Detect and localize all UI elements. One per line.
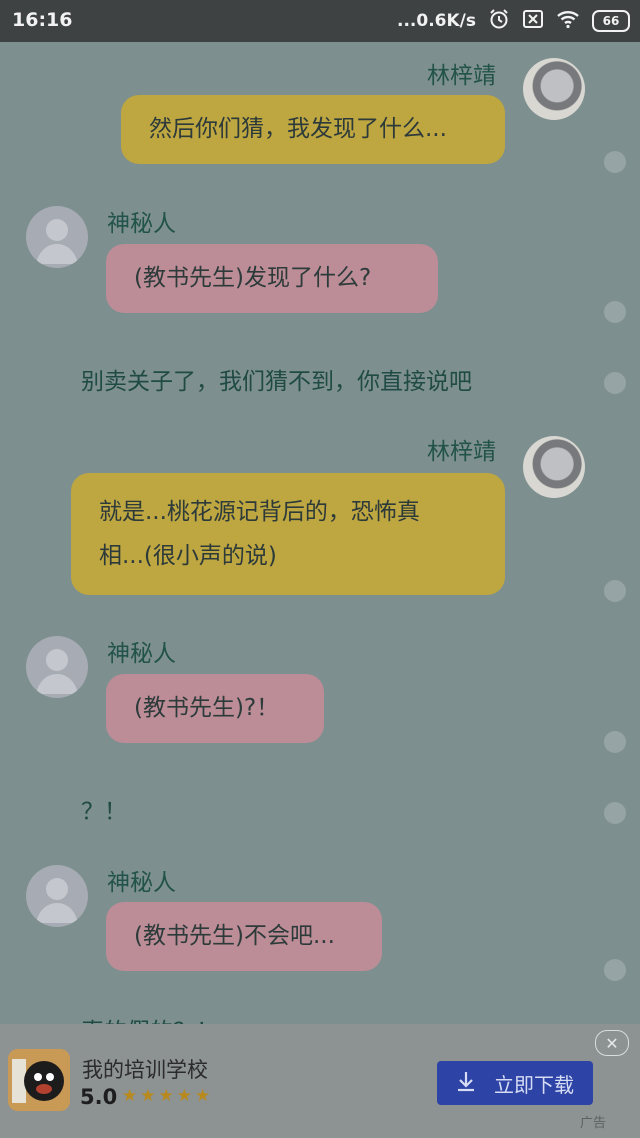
message-text: 然后你们猜，我发现了什么... <box>149 116 447 142</box>
download-button[interactable]: 立即下载 <box>437 1061 593 1105</box>
message-dot[interactable] <box>604 151 626 173</box>
message-bubble[interactable]: (教书先生)发现了什么? <box>106 244 438 313</box>
message-dot[interactable] <box>604 372 626 394</box>
app-icon[interactable] <box>8 1049 70 1111</box>
network-speed: ...0.6K/s <box>397 11 476 31</box>
sender-name: 林梓靖 <box>427 63 496 89</box>
app-rating: 5.0 <box>80 1085 118 1109</box>
avatar-linzijing[interactable] <box>523 58 585 120</box>
message-dot[interactable] <box>604 301 626 323</box>
message-dot[interactable] <box>604 959 626 981</box>
ad-banner[interactable]: 我的培训学校 5.0 ★★★★★ 立即下载 ✕ 广告 <box>0 1024 640 1138</box>
message-bubble[interactable]: 就是...桃花源记背后的，恐怖真 相...(很小声的说) <box>71 473 505 595</box>
message-text-line: 就是...桃花源记背后的，恐怖真 <box>99 499 420 525</box>
close-ad-button[interactable]: ✕ <box>595 1030 629 1056</box>
status-time: 16:16 <box>12 9 73 31</box>
sim-off-icon <box>522 9 544 34</box>
sender-name: 神秘人 <box>107 870 176 896</box>
wifi-icon <box>556 9 580 34</box>
avatar-mystery[interactable] <box>26 636 88 698</box>
battery-level: 66 <box>602 14 620 28</box>
message-bubble[interactable]: (教书先生)?！ <box>106 674 324 743</box>
message-bubble[interactable]: 然后你们猜，我发现了什么... <box>121 95 505 164</box>
avatar-mystery[interactable] <box>26 865 88 927</box>
app-name: 我的培训学校 <box>82 1058 208 1082</box>
default-avatar-icon <box>36 878 78 923</box>
message-text: ？！ <box>81 799 127 825</box>
ad-label: 广告 <box>580 1116 607 1131</box>
message-text: (教书先生)不会吧... <box>134 923 335 949</box>
status-bar: 16:16 ...0.6K/s 66 <box>0 0 640 42</box>
avatar-mystery[interactable] <box>26 206 88 268</box>
alarm-icon <box>488 8 510 35</box>
download-icon <box>456 1070 476 1097</box>
message-text: (教书先生)?！ <box>134 695 280 721</box>
sender-name: 神秘人 <box>107 641 176 667</box>
sender-name: 神秘人 <box>107 211 176 237</box>
download-label: 立即下载 <box>494 1072 574 1097</box>
default-avatar-icon <box>36 219 78 264</box>
message-text: 别卖关子了，我们猜不到，你直接说吧 <box>81 369 472 395</box>
battery-icon: 66 <box>592 10 630 32</box>
default-avatar-icon <box>36 649 78 694</box>
message-text-line: 相...(很小声的说) <box>99 543 277 569</box>
message-dot[interactable] <box>604 580 626 602</box>
close-icon: ✕ <box>605 1033 619 1053</box>
message-text: (教书先生)发现了什么? <box>134 265 372 291</box>
message-dot[interactable] <box>604 802 626 824</box>
message-dot[interactable] <box>604 731 626 753</box>
avatar-linzijing[interactable] <box>523 436 585 498</box>
chat-area[interactable]: 林梓靖 然后你们猜，我发现了什么... 神秘人 (教书先生)发现了什么? 别卖关… <box>0 42 640 1045</box>
rating-stars: ★★★★★ <box>122 1086 214 1106</box>
message-bubble[interactable]: (教书先生)不会吧... <box>106 902 382 971</box>
sender-name: 林梓靖 <box>427 439 496 465</box>
